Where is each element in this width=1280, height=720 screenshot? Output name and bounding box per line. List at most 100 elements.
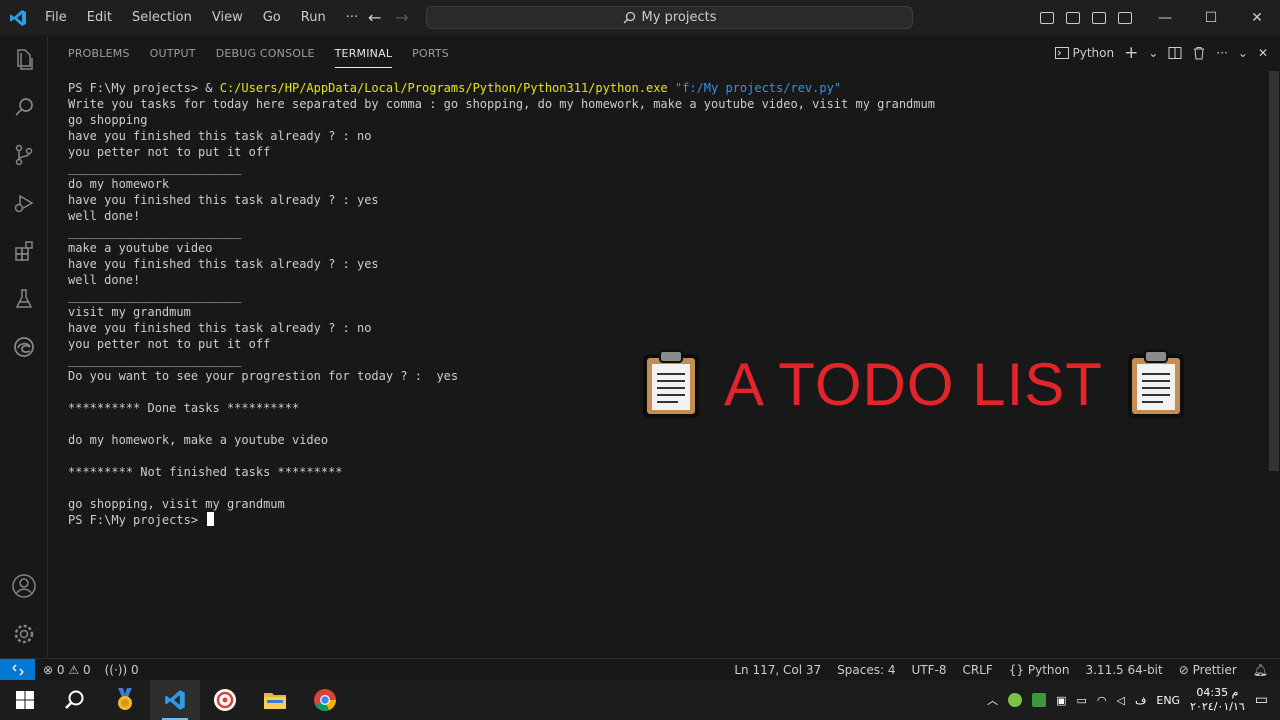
terminal-cursor [207, 512, 215, 526]
terminal-line: do my homework, make a youtube video [68, 433, 329, 447]
language-label: Python [1027, 663, 1070, 677]
system-tray: ︿ ▣ ▭ ◠ ◁ ف ENG 04:35 م ٢٠٢٤/٠١/١٦ ▭ [987, 680, 1280, 720]
notifications-bell-icon[interactable]: 🔔︎ [1253, 663, 1268, 677]
toggle-secondary-sidebar-icon[interactable] [1092, 11, 1106, 24]
todo-list-title: A TODO LIST [724, 350, 1103, 418]
terminal-scrollbar[interactable] [1269, 71, 1279, 471]
layout-controls [1040, 0, 1132, 35]
terminal-line: well done! [68, 273, 141, 287]
menu-file[interactable]: File [35, 0, 77, 35]
menu-go[interactable]: Go [253, 0, 291, 35]
ports-count: 0 [130, 662, 139, 677]
command-center-search[interactable]: My projects [426, 6, 913, 29]
testing-icon[interactable] [0, 275, 48, 323]
forward-arrow-icon[interactable]: → [395, 8, 408, 27]
braces-icon: {} [1008, 663, 1025, 677]
error-count: 0 [56, 662, 65, 677]
python-exe-path: C:/Users/HP/AppData/Local/Programs/Pytho… [219, 81, 668, 95]
tray-app-icon[interactable] [1008, 693, 1023, 707]
terminal-line: go shopping [68, 113, 148, 127]
tray-meet-icon[interactable]: ▣ [1056, 694, 1066, 707]
toggle-primary-sidebar-icon[interactable] [1040, 11, 1054, 24]
tab-ports[interactable]: PORTS [412, 39, 449, 67]
accounts-icon[interactable] [0, 562, 48, 610]
warning-count: 0 [82, 662, 91, 677]
menu-run[interactable]: Run [291, 0, 336, 35]
file-explorer-icon[interactable] [250, 680, 300, 720]
run-debug-icon[interactable] [0, 179, 48, 227]
start-button[interactable] [0, 680, 50, 720]
volume-icon[interactable]: ◁ [1117, 694, 1125, 707]
prettier-status[interactable]: ⊘ Prettier [1179, 663, 1237, 677]
chevron-down-icon[interactable]: ⌄ [1148, 46, 1158, 60]
encoding[interactable]: UTF-8 [911, 663, 946, 677]
minimize-icon[interactable]: — [1142, 0, 1188, 35]
tab-output[interactable]: OUTPUT [150, 39, 196, 67]
tab-debug-console[interactable]: DEBUG CONSOLE [216, 39, 315, 67]
customize-layout-icon[interactable] [1118, 11, 1132, 24]
terminal-line: have you finished this task already ? : … [68, 257, 379, 271]
ports-status[interactable]: ((·)) 0 [105, 663, 139, 677]
menu-selection[interactable]: Selection [122, 0, 202, 35]
terminal-line: ********* Not finished tasks ********* [68, 465, 343, 479]
edge-tools-icon[interactable] [0, 323, 48, 371]
cursor-position[interactable]: Ln 117, Col 37 [734, 663, 821, 677]
chevron-up-icon[interactable]: ︿ [987, 692, 998, 708]
close-panel-icon[interactable]: ✕ [1258, 46, 1268, 60]
more-actions-icon[interactable]: ··· [1216, 46, 1227, 60]
indentation[interactable]: Spaces: 4 [837, 663, 895, 677]
terminal-line: visit my grandmum [68, 305, 191, 319]
source-control-icon[interactable] [0, 131, 48, 179]
collapse-panel-icon[interactable]: ⌄ [1238, 46, 1248, 60]
terminal-line: have you finished this task already ? : … [68, 129, 372, 143]
chrome-icon[interactable] [300, 680, 350, 720]
python-interpreter[interactable]: 3.11.5 64-bit [1085, 663, 1162, 677]
manage-gear-icon[interactable] [0, 610, 48, 658]
menu-view[interactable]: View [202, 0, 253, 35]
tab-problems[interactable]: PROBLEMS [68, 39, 130, 67]
terminal-line: make a youtube video [68, 241, 213, 255]
maximize-icon[interactable]: ☐ [1188, 0, 1234, 35]
recorder-app-icon[interactable] [200, 680, 250, 720]
menu-edit[interactable]: Edit [77, 0, 122, 35]
end-of-line[interactable]: CRLF [962, 663, 992, 677]
windows-taskbar: ︿ ▣ ▭ ◠ ◁ ف ENG 04:35 م ٢٠٢٤/٠١/١٦ ▭ [0, 680, 1280, 720]
new-terminal-icon[interactable]: + [1124, 43, 1138, 63]
broadcast-icon: ((·)) [104, 662, 128, 677]
keyboard-layout-icon[interactable]: ف [1135, 694, 1146, 707]
search-view-icon[interactable] [0, 83, 48, 131]
terminal-line: ________________________ [68, 289, 242, 303]
battery-icon[interactable]: ▭ [1076, 694, 1086, 707]
security-shield-icon[interactable] [1032, 693, 1047, 707]
problems-status[interactable]: ⊗ 0 ⚠ 0 [43, 663, 91, 677]
status-bar: ⊗ 0 ⚠ 0 ((·)) 0 Ln 117, Col 37 Spaces: 4… [0, 658, 1280, 681]
double-check-icon: ⊘ [1178, 663, 1189, 677]
terminal-line: have you finished this task already ? : … [68, 321, 372, 335]
terminal-line: go shopping, visit my grandmum [68, 497, 285, 511]
back-arrow-icon[interactable]: ← [368, 8, 381, 27]
search-text: My projects [641, 10, 717, 25]
close-icon[interactable]: ✕ [1234, 0, 1280, 35]
toggle-panel-icon[interactable] [1066, 11, 1080, 24]
vscode-taskbar-icon[interactable] [150, 680, 200, 720]
tab-terminal[interactable]: TERMINAL [334, 39, 393, 68]
terminal-line: well done! [68, 209, 141, 223]
extensions-icon[interactable] [0, 227, 48, 275]
medal-app-icon[interactable] [100, 680, 150, 720]
split-terminal-icon[interactable] [1168, 46, 1182, 60]
terminal-kind-button[interactable]: Python [1054, 46, 1114, 60]
clock[interactable]: 04:35 م ٢٠٢٤/٠١/١٦ [1190, 686, 1245, 714]
wifi-icon[interactable]: ◠ [1097, 694, 1107, 707]
menu-more[interactable]: ··· [336, 0, 368, 35]
notification-center-icon[interactable]: ▭ [1255, 692, 1268, 708]
trash-icon[interactable] [1192, 46, 1206, 60]
final-prompt-text: PS F:\My projects> [68, 513, 206, 527]
terminal-final-prompt: PS F:\My projects> [68, 512, 1258, 528]
panel-header: PROBLEMS OUTPUT DEBUG CONSOLE TERMINAL P… [48, 35, 1280, 71]
language-indicator[interactable]: ENG [1156, 694, 1180, 707]
remote-indicator-icon[interactable] [0, 658, 35, 681]
explorer-icon[interactable] [0, 35, 48, 83]
taskbar-search-button[interactable] [50, 680, 100, 720]
language-mode[interactable]: {} Python [1009, 663, 1070, 677]
